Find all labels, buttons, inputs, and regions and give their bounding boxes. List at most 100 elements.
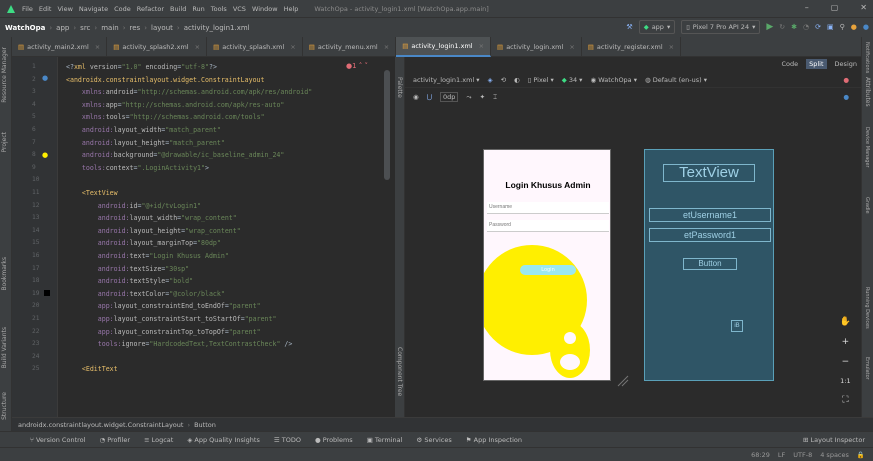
run-icon[interactable]: ▶ (766, 22, 773, 32)
layout-inspector-button[interactable]: ⊞ Layout Inspector (803, 436, 865, 444)
code-line[interactable]: tools:ignore="HardcodedText,TextContrast… (66, 340, 293, 348)
code-line[interactable]: android:layout_marginTop="80dp" (66, 239, 221, 247)
settings-icon[interactable]: ● (851, 23, 857, 31)
device-dropdown[interactable]: ▯ Pixel ▾ (528, 76, 554, 84)
menu-item-help[interactable]: Help (284, 5, 299, 13)
tool-window-project[interactable]: Project (1, 132, 8, 153)
pan-icon[interactable]: ✋ (840, 317, 851, 327)
tool-window-gradle[interactable]: Gradle (864, 197, 870, 214)
rerun-icon[interactable]: ↻ (779, 23, 785, 31)
debug-icon[interactable]: ✱ (791, 23, 797, 31)
breadcrumb-item[interactable]: res (130, 24, 141, 32)
code-line[interactable]: android:textStyle="bold" (66, 277, 193, 285)
tab-activity-main2[interactable]: ▤ activity_main2.xml × (12, 36, 108, 57)
infer-constraints-icon[interactable]: ✦ (480, 93, 485, 101)
code-line[interactable]: android:textSize="30sp" (66, 265, 189, 273)
blueprint-view[interactable]: TextView etUsername1 etPassword1 Button … (644, 149, 774, 381)
status-line-separator[interactable]: LF (778, 451, 785, 459)
menu-item-tools[interactable]: Tools (211, 5, 227, 13)
tab-activity-menu[interactable]: ▤ activity_menu.xml × (303, 36, 397, 57)
code-line[interactable]: android:background="@drawable/ic_baselin… (66, 151, 285, 159)
bottom-tool-app-inspection[interactable]: ⚑ App Inspection (466, 436, 522, 444)
close-tab-icon[interactable]: × (95, 43, 100, 51)
tab-activity-login1[interactable]: ▤ activity_login1.xml × (396, 36, 492, 57)
profile-icon[interactable]: ◔ (803, 23, 809, 31)
menu-item-edit[interactable]: Edit (39, 5, 52, 13)
close-tab-icon[interactable]: × (669, 43, 674, 51)
attributes-tab[interactable]: Attributes (864, 77, 871, 107)
code-line[interactable]: <EditText (66, 365, 118, 373)
code-line[interactable]: xmlns:app="http://schemas.android.com/ap… (66, 101, 285, 109)
search-icon[interactable]: ⚲ (840, 23, 845, 31)
tool-window-structure[interactable]: Structure (1, 392, 8, 420)
account-icon[interactable]: ● (863, 23, 869, 31)
close-tab-icon[interactable]: × (290, 43, 295, 51)
xml-breadcrumb-item[interactable]: androidx.constraintlayout.widget.Constra… (18, 421, 183, 429)
code-line[interactable]: <androidx.constraintlayout.widget.Constr… (66, 76, 265, 84)
code-line[interactable]: android:textColor="@color/black" (66, 290, 225, 298)
tool-window-notifications[interactable]: Notifications (864, 42, 870, 73)
theme-dropdown[interactable]: ◉ WatchOpa ▾ (590, 76, 637, 84)
code-line[interactable]: tools:context=".LoginActivity1"> (66, 164, 209, 172)
status-indent[interactable]: 4 spaces (820, 451, 849, 459)
code-line[interactable]: xmlns:android="http://schemas.android.co… (66, 88, 312, 96)
device-manager-icon[interactable]: ▣ (827, 23, 834, 31)
margin-dropdown[interactable]: 0dp (440, 92, 459, 102)
mode-design-button[interactable]: Design (835, 60, 857, 68)
clear-constraints-icon[interactable]: ⤳ (466, 93, 471, 102)
breadcrumb-item[interactable]: src (80, 24, 90, 32)
code-line[interactable]: app:layout_constraintStart_toStartOf="pa… (66, 315, 277, 323)
zoom-in-button[interactable]: + (842, 337, 850, 347)
tab-activity-splash[interactable]: ▤ activity_splash.xml × (207, 36, 303, 57)
code-line[interactable]: android:layout_height="wrap_content" (66, 227, 241, 235)
breadcrumb-item[interactable]: WatchOpa (5, 24, 45, 32)
zoom-actual-button[interactable]: 1:1 (840, 377, 850, 385)
device-select[interactable]: ▯ Pixel 7 Pro API 24 ▾ (681, 20, 761, 34)
menu-item-run[interactable]: Run (192, 5, 204, 13)
menu-item-view[interactable]: View (57, 5, 72, 13)
close-icon[interactable]: ✕ (860, 3, 867, 12)
layout-preview[interactable]: Login Khusus Admin Username Password Log… (483, 149, 611, 381)
code-line[interactable]: android:text="Login Khusus Admin" (66, 252, 229, 260)
mode-split-button[interactable]: Split (806, 59, 827, 69)
editor-scrollbar[interactable] (384, 70, 390, 180)
mode-code-button[interactable]: Code (781, 60, 798, 68)
menu-item-window[interactable]: Window (252, 5, 278, 13)
tab-activity-splash2[interactable]: ▤ activity_splash2.xml × (107, 36, 208, 57)
bottom-tool-logcat[interactable]: ≡ Logcat (144, 436, 173, 444)
code-line[interactable]: app:layout_constraintEnd_toEndOf="parent… (66, 302, 261, 310)
magnet-icon[interactable]: ⋃ (427, 93, 432, 101)
code-line[interactable]: android:id="@+id/tvLogin1" (66, 202, 201, 210)
zoom-out-button[interactable]: − (842, 357, 850, 367)
bottom-tool-app-quality-insights[interactable]: ◈ App Quality Insights (187, 436, 260, 444)
api-dropdown[interactable]: ◆ 34 ▾ (562, 76, 583, 84)
menu-item-refactor[interactable]: Refactor (137, 5, 164, 13)
tool-window-resource-manager[interactable]: Resource Manager (1, 47, 8, 103)
orientation-icon[interactable]: ⟲ (501, 76, 506, 84)
tab-activity-register[interactable]: ▤ activity_register.xml × (582, 36, 682, 57)
guidelines-icon[interactable]: ⌶ (493, 93, 497, 102)
minimize-icon[interactable]: – (805, 3, 809, 12)
resize-handle-icon[interactable] (617, 375, 629, 387)
eye-icon[interactable]: ◉ (413, 93, 419, 101)
tool-window-device-manager[interactable]: Device Manager (864, 127, 870, 168)
status-encoding[interactable]: UTF-8 (793, 451, 812, 459)
code-line[interactable]: xmlns:tools="http://schemas.android.com/… (66, 113, 265, 121)
bottom-tool-version-control[interactable]: ⑂ Version Control (30, 436, 85, 444)
close-tab-icon[interactable]: × (195, 43, 200, 51)
code-line[interactable]: android:layout_height="match_parent" (66, 139, 225, 147)
menu-item-build[interactable]: Build (170, 5, 186, 13)
code-line[interactable]: app:layout_constraintTop_toTopOf="parent… (66, 328, 261, 336)
bottom-tool-problems[interactable]: ● Problems (315, 436, 353, 444)
menu-item-vcs[interactable]: VCS (233, 5, 246, 13)
zoom-fit-icon[interactable]: ⛶ (842, 395, 848, 405)
close-tab-icon[interactable]: × (479, 42, 484, 50)
design-surface-icon[interactable]: ◈ (488, 76, 493, 84)
bottom-tool-services[interactable]: ⚙ Services (416, 436, 451, 444)
breadcrumb-item[interactable]: app (56, 24, 69, 32)
menu-item-code[interactable]: Code (114, 5, 131, 13)
bottom-tool-todo[interactable]: ☰ TODO (274, 436, 301, 444)
run-config-select[interactable]: ◆ app ▾ (638, 20, 676, 34)
error-badge-icon[interactable]: ● (843, 76, 849, 84)
file-dropdown[interactable]: activity_login1.xml ▾ (413, 76, 480, 84)
